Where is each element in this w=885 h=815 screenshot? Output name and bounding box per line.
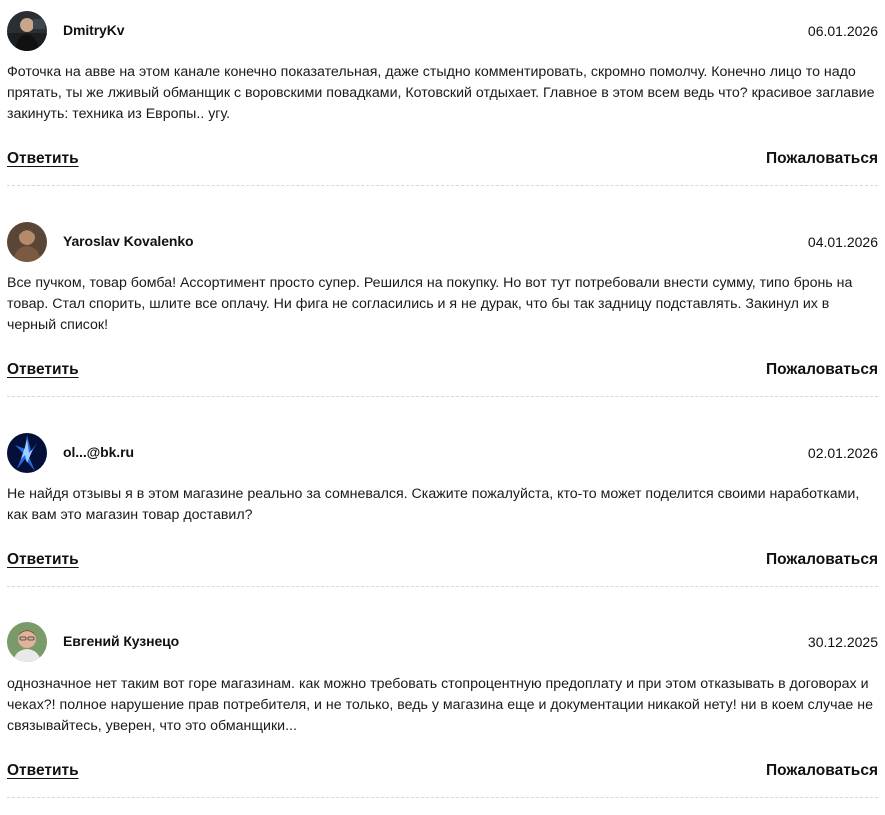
report-link[interactable]: Пожаловаться (766, 361, 878, 379)
divider (7, 185, 878, 186)
report-link[interactable]: Пожаловаться (766, 551, 878, 569)
divider (7, 396, 878, 397)
comment-header: Yaroslav Kovalenko 04.01.2026 (7, 222, 878, 262)
reply-link[interactable]: Ответить (7, 551, 79, 569)
report-link[interactable]: Пожаловаться (766, 150, 878, 168)
avatar (7, 622, 47, 662)
comment-text: Не найдя отзывы я в этом магазине реальн… (7, 486, 860, 523)
divider (7, 586, 878, 587)
comment-author: DmitryKv (63, 22, 125, 38)
comment-text: однозначное нет таким вот горе магазинам… (7, 676, 873, 734)
comment-header: DmitryKv 06.01.2026 (7, 11, 878, 51)
comment-date: 02.01.2026 (807, 445, 878, 461)
comment-author: ol...@bk.ru (63, 444, 134, 460)
comment-author: Yaroslav Kovalenko (63, 233, 194, 249)
comment-actions: Ответить Пожаловаться (7, 551, 878, 573)
comment-date: 30.12.2025 (807, 634, 878, 650)
comment-header: ol...@bk.ru 02.01.2026 (7, 433, 878, 473)
reply-link[interactable]: Ответить (7, 150, 79, 168)
comment-actions: Ответить Пожаловаться (7, 150, 878, 172)
avatar (7, 433, 47, 473)
reply-link[interactable]: Ответить (7, 361, 79, 379)
avatar (7, 11, 47, 51)
comment-actions: Ответить Пожаловаться (7, 762, 878, 784)
divider (7, 797, 878, 798)
comment-text: Все пучком, товар бомба! Ассортимент про… (7, 275, 853, 333)
reply-link[interactable]: Ответить (7, 762, 79, 780)
comment-actions: Ответить Пожаловаться (7, 361, 878, 383)
avatar (7, 222, 47, 262)
comment-header: Евгений Кузнецо 30.12.2025 (7, 622, 878, 662)
comment-text: Фоточка на авве на этом канале конечно п… (7, 64, 875, 122)
comment-date: 06.01.2026 (807, 23, 878, 39)
comment-date: 04.01.2026 (807, 234, 878, 250)
report-link[interactable]: Пожаловаться (766, 762, 878, 780)
comment-author: Евгений Кузнецо (63, 633, 180, 649)
